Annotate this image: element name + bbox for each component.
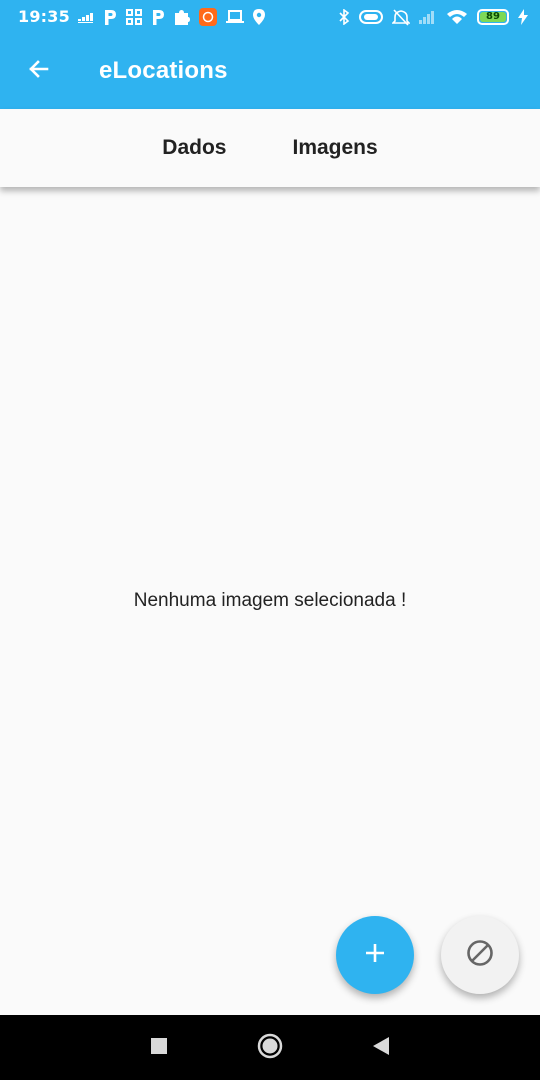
- tab-dados[interactable]: Dados: [129, 109, 259, 187]
- images-content: Nenhuma imagem selecionada !: [0, 187, 540, 1015]
- location-pin-icon: [252, 8, 265, 25]
- tab-imagens[interactable]: Imagens: [259, 109, 410, 187]
- orange-app-icon: [198, 7, 217, 26]
- cancel-button[interactable]: [441, 916, 519, 994]
- grid-app-icon: [125, 8, 142, 25]
- empty-state-message: Nenhuma imagem selecionada !: [133, 590, 407, 611]
- block-icon: [465, 938, 495, 972]
- parking-icon: [103, 9, 117, 25]
- system-nav-bar: [0, 1015, 540, 1080]
- triangle-back-icon: [372, 1036, 390, 1060]
- square-icon: [150, 1037, 168, 1059]
- bluetooth-icon: [338, 8, 350, 25]
- status-right-icons: 89: [338, 8, 528, 26]
- battery-icon: 89: [477, 8, 509, 25]
- plus-icon: [363, 941, 387, 969]
- app-title: eLocations: [99, 57, 228, 84]
- puzzle-icon: [174, 9, 190, 25]
- charging-bolt-icon: [518, 8, 528, 25]
- app-bar: eLocations: [0, 33, 540, 109]
- back-button[interactable]: [10, 43, 68, 99]
- battery-level: 89: [486, 11, 500, 22]
- parking-icon: [151, 9, 165, 25]
- signal-bars-icon: [77, 11, 94, 23]
- alarm-off-icon: [392, 8, 410, 26]
- wifi-icon: [446, 9, 468, 25]
- nav-back-button[interactable]: [351, 1018, 411, 1078]
- home-button[interactable]: [240, 1018, 300, 1078]
- cell-signal-icon: [419, 10, 437, 24]
- vibrate-icon: [359, 9, 383, 24]
- status-left-icons: [77, 7, 265, 26]
- recents-button[interactable]: [129, 1018, 189, 1078]
- arrow-back-icon: [27, 57, 51, 85]
- circle-icon: [257, 1033, 283, 1063]
- add-image-button[interactable]: [336, 916, 414, 994]
- status-bar: 19:35 89: [0, 0, 540, 33]
- laptop-icon: [225, 9, 244, 24]
- status-time: 19:35: [18, 7, 70, 26]
- tab-bar: Dados Imagens: [0, 109, 540, 187]
